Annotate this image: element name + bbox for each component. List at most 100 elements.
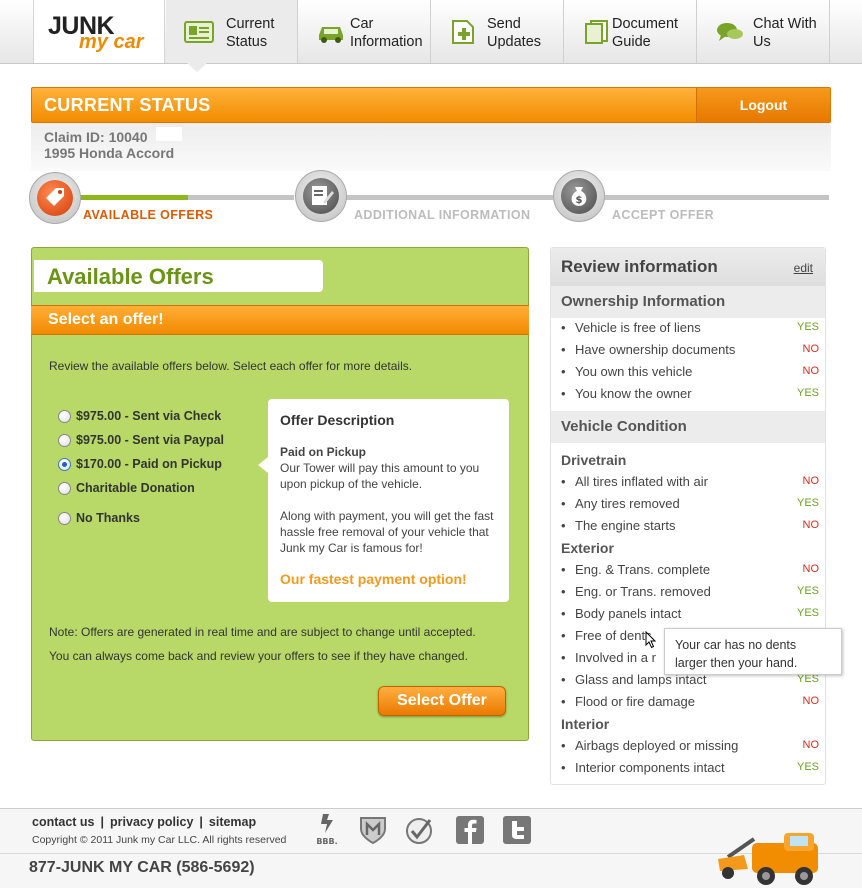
sitemap-link[interactable]: sitemap	[209, 815, 256, 829]
review-row: • Any tires removed YES	[561, 496, 819, 511]
svg-text:BBB.: BBB.	[316, 837, 337, 846]
offer-description-text: Our Tower will pay this amount to you up…	[280, 461, 480, 491]
select-offer-bar: Select an offer!	[31, 305, 529, 335]
offer-description-box: Offer Description Paid on Pickup Our Tow…	[258, 399, 509, 602]
facebook-icon[interactable]	[455, 815, 485, 845]
offer-option-label: $975.00 - Sent via Paypal	[76, 433, 225, 447]
available-offers-panel: Available Offers Select an offer! Review…	[31, 247, 529, 741]
form-pencil-icon	[303, 178, 339, 214]
footer-links: contact us | privacy policy | sitemap	[32, 815, 257, 829]
review-information-panel: Review information edit Ownership Inform…	[550, 247, 826, 785]
price-tag-icon	[37, 180, 73, 216]
logo-text-mycar: my car	[79, 31, 144, 53]
offer-description-text: Along with payment, you will get the fas…	[280, 509, 494, 555]
offer-highlight: Our fastest payment option!	[280, 571, 467, 587]
claim-info: Claim ID: 10040 1995 Honda Accord	[31, 123, 831, 171]
tab-car-information[interactable]: Car Information	[298, 0, 431, 63]
chat-bubbles-icon	[717, 23, 743, 41]
tab-label: Chat With Us	[753, 16, 817, 50]
current-status-bar: CURRENT STATUS Logout	[31, 87, 831, 123]
tab-document-guide[interactable]: Document Guide	[564, 0, 697, 63]
tab-current-status[interactable]: Current Status	[166, 0, 298, 72]
active-tab-caret	[187, 63, 207, 72]
redaction-box	[156, 127, 182, 141]
review-title: Review information	[561, 257, 718, 276]
review-row: • Eng. or Trans. removed YES	[561, 584, 819, 599]
junk-my-car-logo[interactable]: JUNK my car	[33, 0, 165, 63]
offers-heading-text: Available Offers	[47, 264, 214, 289]
offers-intro: Review the available offers below. Selec…	[49, 359, 413, 373]
tab-send-updates[interactable]: Send Updates	[431, 0, 564, 63]
car-icon	[319, 27, 343, 43]
offer-description-subtitle: Paid on Pickup	[280, 445, 367, 459]
tow-truck-icon	[718, 833, 818, 885]
subsection-title: Interior	[561, 716, 610, 732]
step-label: AVAILABLE OFFERS	[83, 208, 214, 222]
shield-m-icon[interactable]	[358, 815, 388, 845]
ownership-section-header: Ownership Information	[551, 286, 825, 318]
privacy-policy-link[interactable]: privacy policy	[110, 815, 193, 829]
twitter-icon[interactable]	[502, 815, 532, 845]
review-row: • The engine starts NO	[561, 518, 819, 533]
step-available-offers[interactable]	[29, 172, 81, 224]
radio-button[interactable]	[58, 410, 71, 423]
step-additional-information[interactable]	[295, 170, 347, 222]
radio-button[interactable]	[58, 512, 71, 525]
offers-note: Note: Offers are generated in real time …	[49, 625, 476, 639]
review-row: • Airbags deployed or missing NO	[561, 738, 819, 753]
select-offer-button[interactable]: Select Offer	[378, 686, 506, 716]
offer-option-label: $170.00 - Paid on Pickup	[76, 457, 222, 471]
svg-text:$: $	[576, 195, 583, 206]
radio-button[interactable]	[58, 434, 71, 447]
documents-icon	[585, 20, 608, 44]
id-card-icon	[184, 21, 214, 43]
offer-option-label: Charitable Donation	[76, 481, 195, 495]
radio-button[interactable]	[58, 482, 71, 495]
claim-id: Claim ID: 10040	[44, 129, 148, 145]
review-row: • Interior components intact YES	[561, 760, 819, 775]
add-document-icon	[452, 20, 474, 44]
review-row: • Have ownership documents NO	[561, 342, 819, 357]
dents-tooltip: Your car has no dents larger then your h…	[664, 628, 842, 675]
edit-link[interactable]: edit	[794, 261, 813, 275]
offers-note: You can always come back and review your…	[49, 649, 468, 663]
offer-option-label: No Thanks	[76, 511, 140, 525]
review-row: • You know the owner YES	[561, 386, 819, 401]
top-navigation: JUNK my car Current Status Car Informati…	[0, 0, 862, 72]
tab-label: Send Updates	[487, 16, 542, 50]
tab-chat-with-us[interactable]: Chat With Us	[697, 0, 830, 63]
logout-button[interactable]: Logout	[696, 88, 830, 122]
review-row: • All tires inflated with air NO	[561, 474, 819, 489]
page-title: CURRENT STATUS	[44, 95, 211, 115]
review-row: • Flood or fire damage NO	[561, 694, 819, 709]
review-header: Review information edit	[551, 248, 825, 286]
step-label: ACCEPT OFFER	[612, 208, 715, 222]
vehicle-condition-section-header: Vehicle Condition	[551, 411, 825, 443]
offers-heading: Available Offers	[34, 260, 323, 292]
review-row: • Vehicle is free of liens YES	[561, 320, 819, 335]
contact-us-link[interactable]: contact us	[32, 815, 95, 829]
section-title: Vehicle Condition	[561, 418, 687, 435]
select-offer-bar-text: Select an offer!	[48, 311, 164, 328]
step-label: ADDITIONAL INFORMATION	[354, 208, 531, 222]
footer: contact us | privacy policy | sitemap Copyri…	[0, 808, 862, 888]
review-row: • You own this vehicle NO	[561, 364, 819, 379]
subsection-title: Exterior	[561, 540, 614, 556]
phone-number: 877-JUNK MY CAR (586-5692)	[29, 859, 255, 876]
offer-description-title: Offer Description	[280, 412, 395, 428]
section-title: Ownership Information	[561, 293, 726, 310]
review-row: • Body panels intact YES	[561, 606, 819, 621]
progress-track	[346, 195, 553, 200]
tab-label: Current Status	[226, 16, 275, 50]
radio-button-selected[interactable]	[58, 458, 71, 471]
subsection-title: Drivetrain	[561, 452, 627, 468]
checkmark-seal-icon[interactable]	[404, 815, 434, 845]
progress-track	[604, 195, 829, 200]
offer-option-label: $975.00 - Sent via Check	[76, 409, 222, 423]
review-row: • Eng. & Trans. complete NO	[561, 562, 819, 577]
progress-fill	[78, 195, 188, 200]
money-bag-icon: $	[561, 178, 597, 214]
step-accept-offer[interactable]: $	[553, 170, 605, 222]
copyright: Copyright © 2011 Junk my Car LLC. All ri…	[32, 834, 287, 846]
bbb-icon[interactable]: BBB.	[313, 811, 341, 847]
